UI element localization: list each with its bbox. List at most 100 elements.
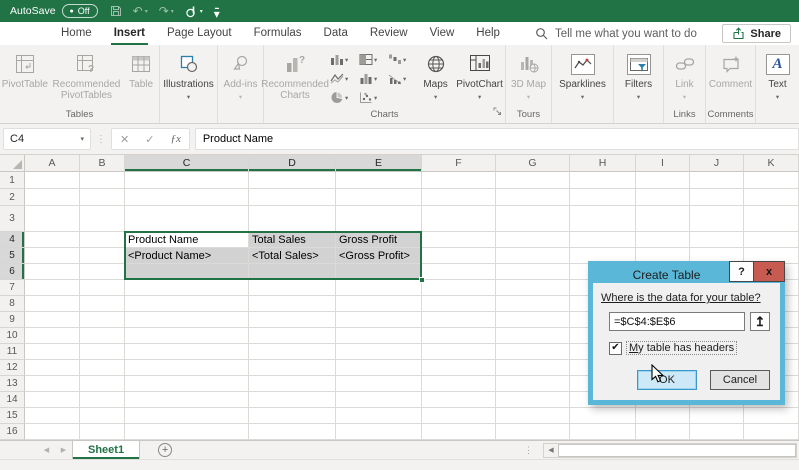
enter-entry-icon[interactable]: ✓ [137, 133, 162, 146]
cell-D4[interactable]: Total Sales [249, 232, 336, 248]
row-header-9[interactable]: 9 [0, 312, 25, 328]
row-header-12[interactable]: 12 [0, 360, 25, 376]
cell-K1[interactable] [744, 172, 799, 189]
cell-D7[interactable] [249, 280, 336, 296]
tell-me-search[interactable]: Tell me what you want to do [535, 27, 697, 40]
new-sheet-button[interactable]: + [158, 443, 172, 457]
cell-E2[interactable] [336, 189, 422, 206]
cell-E4[interactable]: Gross Profit [336, 232, 422, 248]
cell-E5[interactable]: <Gross Profit> [336, 248, 422, 264]
cell-K3[interactable] [744, 206, 799, 232]
cell-F12[interactable] [422, 360, 496, 376]
cell-F10[interactable] [422, 328, 496, 344]
cell-A9[interactable] [25, 312, 80, 328]
cell-G14[interactable] [496, 392, 570, 408]
cell-D14[interactable] [249, 392, 336, 408]
sheet-tab-sheet1[interactable]: Sheet1 [72, 441, 140, 459]
cell-F5[interactable] [422, 248, 496, 264]
cell-C12[interactable] [125, 360, 249, 376]
recommended-pivottables-button[interactable]: ? Recommended PivotTables [50, 46, 124, 108]
cell-E16[interactable] [336, 424, 422, 440]
cell-K16[interactable] [744, 424, 799, 440]
filters-button[interactable]: Filters ▾ [616, 46, 662, 108]
cancel-entry-icon[interactable]: ✕ [112, 133, 137, 146]
cell-K4[interactable] [744, 232, 799, 248]
cell-A16[interactable] [25, 424, 80, 440]
cell-G15[interactable] [496, 408, 570, 424]
cell-G1[interactable] [496, 172, 570, 189]
redo-button[interactable]: ↷ ▾ [159, 4, 174, 18]
cell-C13[interactable] [125, 376, 249, 392]
headers-checkbox[interactable]: ✔ [609, 342, 622, 355]
column-header-C[interactable]: C [125, 155, 249, 172]
cell-F8[interactable] [422, 296, 496, 312]
cell-H16[interactable] [570, 424, 636, 440]
autosave-toggle[interactable]: AutoSave ● Off [10, 4, 98, 18]
cell-J16[interactable] [690, 424, 744, 440]
row-header-8[interactable]: 8 [0, 296, 25, 312]
next-sheet-icon[interactable]: ▶ [55, 441, 72, 459]
cell-K2[interactable] [744, 189, 799, 206]
cell-G12[interactable] [496, 360, 570, 376]
table-button[interactable]: Table [123, 46, 159, 108]
share-button[interactable]: Share [722, 24, 791, 43]
cancel-button[interactable]: Cancel [710, 370, 770, 390]
cell-I16[interactable] [636, 424, 690, 440]
row-header-3[interactable]: 3 [0, 206, 25, 232]
insert-scatter-chart-button[interactable]: ▾ [359, 88, 388, 107]
horizontal-scrollbar[interactable]: ◀ [543, 443, 797, 458]
cell-B13[interactable] [80, 376, 125, 392]
cell-A11[interactable] [25, 344, 80, 360]
cell-E10[interactable] [336, 328, 422, 344]
cell-C9[interactable] [125, 312, 249, 328]
cell-K15[interactable] [744, 408, 799, 424]
cell-G13[interactable] [496, 376, 570, 392]
cell-B8[interactable] [80, 296, 125, 312]
cell-A12[interactable] [25, 360, 80, 376]
cell-A8[interactable] [25, 296, 80, 312]
cell-I3[interactable] [636, 206, 690, 232]
cell-B11[interactable] [80, 344, 125, 360]
column-header-G[interactable]: G [496, 155, 570, 172]
select-all-corner[interactable] [0, 155, 25, 172]
tab-data[interactable]: Data [321, 22, 351, 45]
cell-A4[interactable] [25, 232, 80, 248]
cell-C5[interactable]: <Product Name> [125, 248, 249, 264]
cell-D16[interactable] [249, 424, 336, 440]
insert-line-chart-button[interactable]: ▾ [330, 69, 359, 88]
redo-dropdown-icon[interactable]: ▾ [171, 8, 174, 15]
horizontal-scrollbar-thumb[interactable] [558, 444, 796, 457]
cell-E13[interactable] [336, 376, 422, 392]
cell-A13[interactable] [25, 376, 80, 392]
cell-E12[interactable] [336, 360, 422, 376]
cell-D9[interactable] [249, 312, 336, 328]
tab-insert[interactable]: Insert [111, 22, 148, 45]
row-header-7[interactable]: 7 [0, 280, 25, 296]
insert-column-chart-button[interactable]: ▾ [330, 50, 359, 69]
column-header-J[interactable]: J [690, 155, 744, 172]
cell-G10[interactable] [496, 328, 570, 344]
cell-E7[interactable] [336, 280, 422, 296]
insert-statistic-chart-button[interactable]: ▾ [359, 69, 388, 88]
cell-C16[interactable] [125, 424, 249, 440]
charts-dialog-launcher[interactable] [493, 107, 502, 121]
cell-F11[interactable] [422, 344, 496, 360]
cell-B3[interactable] [80, 206, 125, 232]
cell-J2[interactable] [690, 189, 744, 206]
cell-F15[interactable] [422, 408, 496, 424]
cell-J15[interactable] [690, 408, 744, 424]
row-header-14[interactable]: 14 [0, 392, 25, 408]
ok-button[interactable]: OK [637, 370, 697, 390]
cell-B4[interactable] [80, 232, 125, 248]
cell-G16[interactable] [496, 424, 570, 440]
scroll-left-icon[interactable]: ◀ [544, 446, 558, 454]
insert-pie-chart-button[interactable]: ▾ [330, 88, 359, 107]
cell-B14[interactable] [80, 392, 125, 408]
cell-D6[interactable] [249, 264, 336, 280]
column-header-F[interactable]: F [422, 155, 496, 172]
cell-F9[interactable] [422, 312, 496, 328]
cell-A1[interactable] [25, 172, 80, 189]
cell-A5[interactable] [25, 248, 80, 264]
row-header-15[interactable]: 15 [0, 408, 25, 424]
row-header-4[interactable]: 4 [0, 232, 25, 248]
